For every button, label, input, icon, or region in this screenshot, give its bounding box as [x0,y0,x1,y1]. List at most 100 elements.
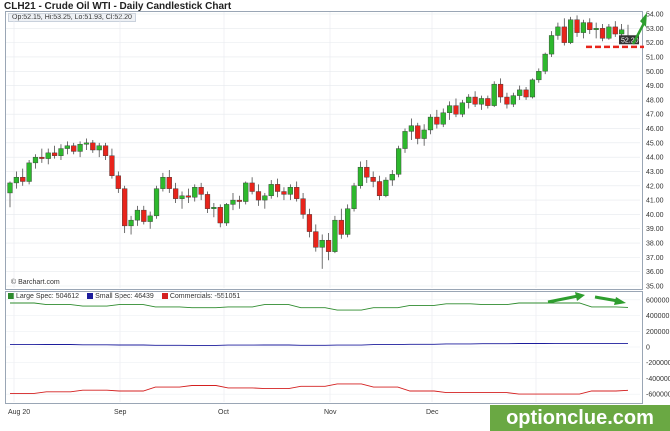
candle-body [153,188,160,217]
candle-body [504,96,510,105]
candle-body [427,116,434,131]
candle-body [568,19,574,43]
cot-ytick-label: 600000 [646,297,669,304]
candle-body [478,98,485,105]
candle-body [224,204,230,224]
candle-body [338,219,344,235]
month-axis-label: Nov [324,409,337,416]
candle-body [128,219,134,227]
candle-body [587,22,593,30]
candle-body [64,145,70,149]
price-ytick-label: 40.00 [646,212,664,219]
candle-body [612,26,618,35]
price-ytick-label: 39.00 [646,226,664,233]
candle-body [345,208,351,235]
cot-ytick-label: -600000 [646,392,670,399]
candle-body [39,156,45,159]
candle-body [383,179,389,197]
candle-body [434,116,440,125]
chart-canvas: 35.00 36.00 37.00 38.00 39.00 40.00 41.00 42.00… [6,12,670,416]
candle-body [243,182,249,202]
price-ytick-label: 35.00 [646,284,664,291]
candle-body [370,176,376,182]
candle-body [472,96,478,105]
candle-body [255,191,262,201]
price-ytick-label: 37.00 [646,255,664,262]
candle-body [96,145,102,151]
cot-ytick-label: -200000 [646,360,670,367]
candle-body [561,26,567,43]
cot-ytick-label: 0 [646,345,650,352]
price-ytick-label: 38.00 [646,241,664,248]
candle-body [26,162,32,182]
candle-body [408,125,414,132]
price-ytick-label: 43.00 [646,169,664,176]
candle-body [173,188,179,199]
candle-body [287,187,293,195]
candle-body [351,185,357,209]
candle-body [115,175,121,189]
candle-body [440,112,446,125]
candle-body [599,28,606,39]
candle-body [325,239,332,252]
price-ytick-label: 48.00 [646,97,664,104]
candle-body [51,152,58,156]
month-axis-label: Aug 20 [8,409,30,416]
candle-body [262,195,268,201]
candle-body [249,182,255,192]
candle-body [491,83,497,106]
price-ytick-label: 51.00 [646,54,664,61]
candle-body [198,187,204,195]
cot-line-large-spec [10,302,629,311]
candle-body [185,195,191,198]
candle-body [211,207,217,209]
candle-body [548,35,555,55]
candle-body [77,144,83,152]
candle-body [606,26,612,39]
candle-body [7,182,13,194]
candle-body [542,53,548,72]
price-ytick-label: 54.00 [646,12,664,19]
candle-body [536,71,542,81]
candle-body [268,184,274,197]
candle-body [179,195,185,199]
candle-body [529,79,536,98]
watermark-logo: optionclue.com [490,405,670,431]
candle-body [102,145,109,156]
candle-body [32,156,39,164]
candle-body [217,207,223,224]
month-axis-label: Dec [426,409,439,416]
candle-body [319,239,325,248]
candle-body [13,176,19,184]
price-ytick-label: 46.00 [646,126,664,133]
candle-body [619,29,625,35]
price-ytick-label: 47.00 [646,112,664,119]
candle-body [485,98,491,106]
candle-body [574,19,580,33]
candle-body [306,214,313,232]
candle-body [580,22,587,33]
candle-body [166,176,172,189]
candle-body [281,191,287,195]
cot-ytick-label: -400000 [646,376,670,383]
candle-body [109,155,115,176]
candle-body [459,102,465,115]
candle-body [294,187,300,199]
candle-body [357,166,364,186]
candle-body [396,148,402,175]
candle-body [313,231,319,248]
price-ytick-label: 49.00 [646,83,664,90]
candle-body [555,26,561,36]
candle-body [300,198,306,215]
candle-body [45,152,51,159]
cot-line-commercials [10,383,629,395]
candle-body [83,142,90,145]
price-ytick-label: 36.00 [646,269,664,276]
candle-body [453,105,459,115]
candle-body [230,199,236,205]
candle-body [421,129,427,139]
annotation-arrow-cot-2 [594,295,619,303]
price-ytick-label: 45.00 [646,140,664,147]
candle-body [497,83,504,98]
month-axis-label: Sep [114,409,127,416]
